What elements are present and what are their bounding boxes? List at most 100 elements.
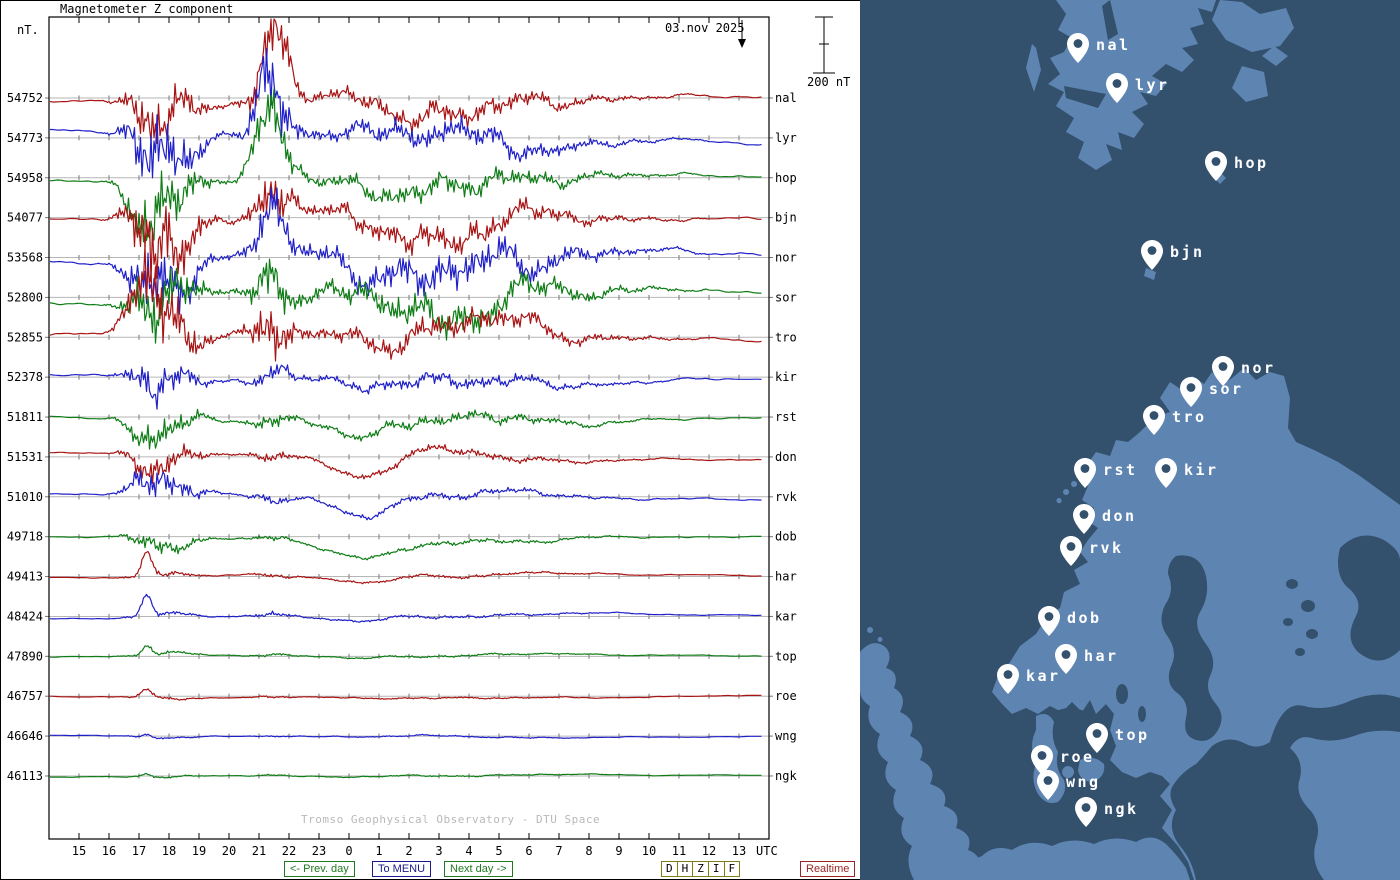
y-axis-value-rvk: 51010 — [7, 490, 43, 504]
station-label-nal: nal — [775, 91, 797, 105]
trace-hop — [50, 88, 762, 243]
pin-hole — [1092, 729, 1102, 738]
orkney — [877, 637, 883, 642]
pin-hole — [1218, 362, 1228, 371]
x-tick-label: 5 — [495, 844, 502, 858]
y-axis-value-ngk: 46113 — [7, 769, 43, 783]
lake — [1295, 648, 1305, 656]
y-axis-value-nor: 53568 — [7, 251, 43, 265]
x-tick-label: 10 — [642, 844, 656, 858]
component-selector[interactable]: DHZIF — [661, 861, 741, 877]
map-pin-label-don: don — [1102, 507, 1137, 525]
x-tick-label: 1 — [375, 844, 382, 858]
map-pin-label-roe: roe — [1060, 748, 1095, 766]
next-day-button[interactable]: Next day -> — [444, 861, 513, 877]
pin-hole — [1149, 411, 1159, 420]
to-menu-button[interactable]: To MENU — [372, 861, 432, 877]
map-pin-label-rst: rst — [1103, 461, 1138, 479]
x-tick-label: 4 — [465, 844, 472, 858]
trace-kar — [50, 593, 762, 623]
lake — [1138, 706, 1146, 722]
lake — [1116, 684, 1128, 704]
station-label-bjn: bjn — [775, 211, 797, 225]
y-axis-value-roe: 46757 — [7, 689, 43, 703]
y-axis-value-top: 47890 — [7, 649, 43, 663]
lake — [1301, 600, 1315, 612]
x-tick-label: 0 — [345, 844, 352, 858]
component-button-I[interactable]: I — [708, 861, 725, 877]
page-title: Magnetometer Z component — [57, 2, 237, 16]
x-tick-label: 23 — [312, 844, 326, 858]
map-pin-label-sor: sor — [1209, 380, 1244, 398]
station-label-roe: roe — [775, 689, 797, 703]
station-label-nor: nor — [775, 251, 797, 265]
pin-hole — [1061, 650, 1071, 659]
component-button-Z[interactable]: Z — [693, 861, 709, 877]
prev-day-button[interactable]: <- Prev. day — [284, 861, 355, 877]
y-axis-value-dob: 49718 — [7, 530, 43, 544]
x-tick-label: 13 — [732, 844, 746, 858]
map-pin-label-wng: wng — [1066, 773, 1101, 791]
x-tick-label: 17 — [132, 844, 146, 858]
pin-hole — [1080, 464, 1090, 473]
lake — [1286, 579, 1298, 589]
y-axis-value-sor: 52800 — [7, 290, 43, 304]
pin-hole — [1066, 542, 1076, 551]
station-label-lyr: lyr — [775, 131, 797, 145]
trace-lyr — [50, 47, 762, 179]
trace-rst — [50, 408, 762, 450]
x-tick-label: 3 — [435, 844, 442, 858]
orkney — [867, 627, 874, 633]
map-pin-label-nal: nal — [1096, 36, 1131, 54]
map-pin-label-nor: nor — [1241, 359, 1276, 377]
y-axis-unit-label: nT. — [17, 23, 39, 37]
station-label-tro: tro — [775, 330, 797, 344]
station-label-ngk: ngk — [775, 769, 797, 783]
map-pin-label-har: har — [1084, 647, 1119, 665]
station-label-wng: wng — [775, 729, 797, 743]
stackplot-svg: 54752 nal 54773 lyr 54958 hop 54077 bjn 53568 nor… — [7, 16, 835, 858]
x-tick-label: 15 — [72, 844, 86, 858]
map-pin-label-hop: hop — [1234, 154, 1269, 172]
map-land-shape — [1063, 489, 1070, 495]
y-axis-value-hop: 54958 — [7, 171, 43, 185]
y-axis-value-wng: 46646 — [7, 729, 43, 743]
scale-bar-label: 200 nT — [807, 75, 851, 89]
station-label-hop: hop — [775, 171, 797, 185]
magnetometer-page: 54752 nal 54773 lyr 54958 hop 54077 bjn 53568 nor… — [0, 0, 1400, 880]
y-axis-value-bjn: 54077 — [7, 211, 43, 225]
x-tick-label: 2 — [405, 844, 412, 858]
y-axis-value-don: 51531 — [7, 450, 43, 464]
y-axis-value-lyr: 54773 — [7, 131, 43, 145]
trace-har — [50, 550, 762, 585]
pin-hole — [1003, 670, 1013, 679]
station-label-kir: kir — [775, 370, 797, 384]
date-label: 03.nov 2025 — [665, 21, 745, 35]
component-button-H[interactable]: H — [677, 861, 694, 877]
pin-hole — [1211, 157, 1221, 166]
trace-rvk — [50, 470, 762, 521]
observatory-credit: Tromso Geophysical Observatory - DTU Spa… — [301, 813, 601, 826]
map-pin-label-top: top — [1115, 726, 1150, 744]
x-tick-label: 21 — [252, 844, 266, 858]
station-map: nal lyr hop bjn nor sortro rst kir don rvk dob har k… — [860, 0, 1400, 880]
trace-dob — [50, 533, 762, 561]
x-tick-label: 9 — [615, 844, 622, 858]
x-tick-label: 20 — [222, 844, 236, 858]
component-button-F[interactable]: F — [724, 861, 741, 877]
x-tick-label: 6 — [525, 844, 532, 858]
map-land-shape — [1071, 481, 1078, 487]
component-button-D[interactable]: D — [661, 861, 678, 877]
y-axis-value-har: 49413 — [7, 570, 43, 584]
map-pin-label-tro: tro — [1172, 408, 1207, 426]
x-tick-label: 8 — [585, 844, 592, 858]
map-pin-label-kar: kar — [1026, 667, 1061, 685]
trace-don — [50, 443, 762, 484]
y-axis-value-kar: 48424 — [7, 609, 43, 623]
y-axis-value-nal: 54752 — [7, 91, 43, 105]
realtime-button[interactable]: Realtime — [800, 861, 856, 877]
map-pin-label-ngk: ngk — [1104, 800, 1139, 818]
pin-hole — [1186, 383, 1196, 392]
trace-kir — [50, 364, 762, 410]
map-pin-label-kir: kir — [1184, 461, 1219, 479]
